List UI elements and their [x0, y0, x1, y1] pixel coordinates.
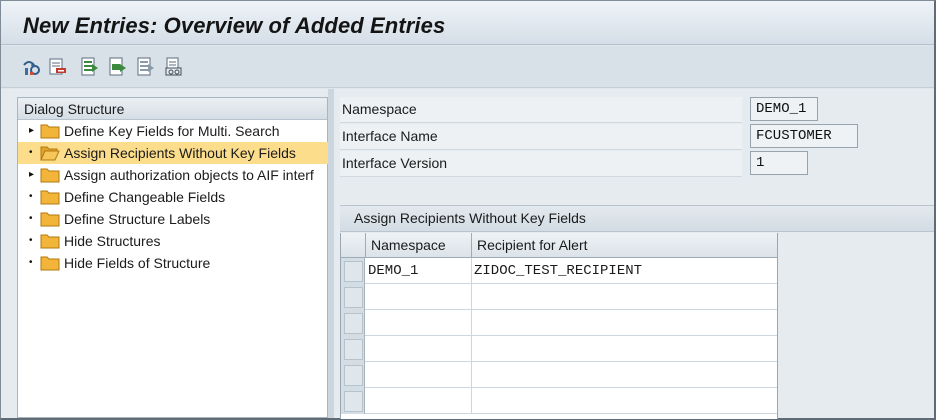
- namespace-row: Namespace DEMO_1: [340, 97, 900, 124]
- bullet-icon: •: [29, 235, 33, 246]
- select-all-icon[interactable]: [79, 56, 99, 78]
- tree-item-label: Assign authorization objects to AIF inte…: [64, 167, 314, 183]
- folder-icon: [40, 211, 60, 227]
- interface-version-label: Interface Version: [340, 151, 742, 177]
- recipient-cell[interactable]: ZIDOC_TEST_RECIPIENT: [472, 258, 777, 284]
- namespace-label: Namespace: [340, 97, 742, 123]
- namespace-cell[interactable]: [366, 388, 472, 414]
- row-selector[interactable]: [341, 284, 365, 310]
- row-selector[interactable]: [341, 336, 365, 362]
- recipient-cell[interactable]: [472, 310, 777, 336]
- tree-item-label: Define Changeable Fields: [64, 189, 226, 205]
- select-all-cell[interactable]: [341, 233, 366, 258]
- bullet-icon: •: [29, 257, 33, 268]
- open-folder-icon: [40, 145, 60, 161]
- namespace-field[interactable]: DEMO_1: [750, 97, 818, 121]
- row-selector[interactable]: [341, 362, 365, 388]
- tree-item-assign-recipients[interactable]: • Assign Recipients Without Key Fields: [18, 142, 328, 164]
- tree-item-label: Assign Recipients Without Key Fields: [64, 145, 296, 161]
- interface-name-row: Interface Name FCUSTOMER: [340, 124, 900, 151]
- title-bar: New Entries: Overview of Added Entries: [1, 1, 934, 45]
- delete-row-icon[interactable]: [47, 56, 67, 78]
- row-selector[interactable]: [341, 258, 365, 284]
- row-selector[interactable]: [341, 310, 365, 336]
- table-row[interactable]: [341, 284, 777, 310]
- folder-icon: [40, 189, 60, 205]
- recipients-table: Namespace Recipient for Alert DEMO_1 ZID…: [340, 233, 778, 419]
- table-row[interactable]: DEMO_1 ZIDOC_TEST_RECIPIENT: [341, 258, 777, 284]
- change-display-icon[interactable]: [21, 56, 41, 78]
- recipients-table-panel: Assign Recipients Without Key Fields Nam…: [340, 205, 934, 419]
- print-icon[interactable]: [163, 56, 183, 78]
- page-title: New Entries: Overview of Added Entries: [23, 13, 446, 38]
- interface-name-label: Interface Name: [340, 124, 742, 150]
- recipient-cell[interactable]: [472, 388, 777, 414]
- tree-item-hide-fields-of-structure[interactable]: • Hide Fields of Structure: [18, 252, 328, 274]
- bullet-icon: •: [29, 191, 33, 202]
- column-header-namespace[interactable]: Namespace: [366, 233, 472, 258]
- content-area: Dialog Structure ▸ Define Key Fields for…: [1, 89, 934, 419]
- tree-item-hide-structures[interactable]: • Hide Structures: [18, 230, 328, 252]
- tree-item-label: Hide Fields of Structure: [64, 255, 211, 271]
- table-row[interactable]: [341, 336, 777, 362]
- namespace-cell[interactable]: [366, 362, 472, 388]
- table-row[interactable]: [341, 310, 777, 336]
- namespace-cell[interactable]: [366, 310, 472, 336]
- select-block-icon[interactable]: [107, 56, 127, 78]
- tree-item-define-changeable-fields[interactable]: • Define Changeable Fields: [18, 186, 328, 208]
- tree-item-label: Define Key Fields for Multi. Search: [64, 123, 280, 139]
- bullet-icon: •: [29, 213, 33, 224]
- recipient-cell[interactable]: [472, 336, 777, 362]
- recipient-cell[interactable]: [472, 284, 777, 310]
- interface-version-field[interactable]: 1: [750, 151, 808, 175]
- detail-area: Namespace DEMO_1 Interface Name FCUSTOME…: [340, 89, 934, 419]
- table-header: Namespace Recipient for Alert: [341, 233, 777, 258]
- tree-item-assign-authorization[interactable]: ▸ Assign authorization objects to AIF in…: [18, 164, 328, 186]
- tree-item-define-structure-labels[interactable]: • Define Structure Labels: [18, 208, 328, 230]
- folder-icon: [40, 255, 60, 271]
- tree-item-label: Define Structure Labels: [64, 211, 211, 227]
- deselect-all-icon[interactable]: [135, 56, 155, 78]
- row-selector[interactable]: [341, 388, 365, 414]
- recipient-cell[interactable]: [472, 362, 777, 388]
- table-row[interactable]: [341, 388, 777, 414]
- interface-name-field[interactable]: FCUSTOMER: [750, 124, 858, 148]
- folder-icon: [40, 167, 60, 183]
- expand-arrow-icon[interactable]: ▸: [29, 169, 37, 181]
- toolbar: [1, 46, 934, 88]
- table-row[interactable]: [341, 362, 777, 388]
- namespace-cell[interactable]: DEMO_1: [366, 258, 472, 284]
- table-title: Assign Recipients Without Key Fields: [340, 206, 934, 232]
- expand-arrow-icon[interactable]: ▸: [29, 125, 37, 137]
- column-header-recipient[interactable]: Recipient for Alert: [472, 233, 777, 258]
- dialog-structure-panel: Dialog Structure ▸ Define Key Fields for…: [17, 97, 328, 418]
- interface-version-row: Interface Version 1: [340, 151, 900, 178]
- dialog-structure-header: Dialog Structure: [18, 98, 327, 120]
- namespace-cell[interactable]: [366, 336, 472, 362]
- tree-item-define-key-fields[interactable]: ▸ Define Key Fields for Multi. Search: [18, 120, 328, 142]
- folder-icon: [40, 233, 60, 249]
- tree-item-label: Hide Structures: [64, 233, 161, 249]
- namespace-cell[interactable]: [366, 284, 472, 310]
- panel-splitter[interactable]: [328, 89, 334, 418]
- bullet-icon: •: [29, 147, 33, 158]
- folder-icon: [40, 123, 60, 139]
